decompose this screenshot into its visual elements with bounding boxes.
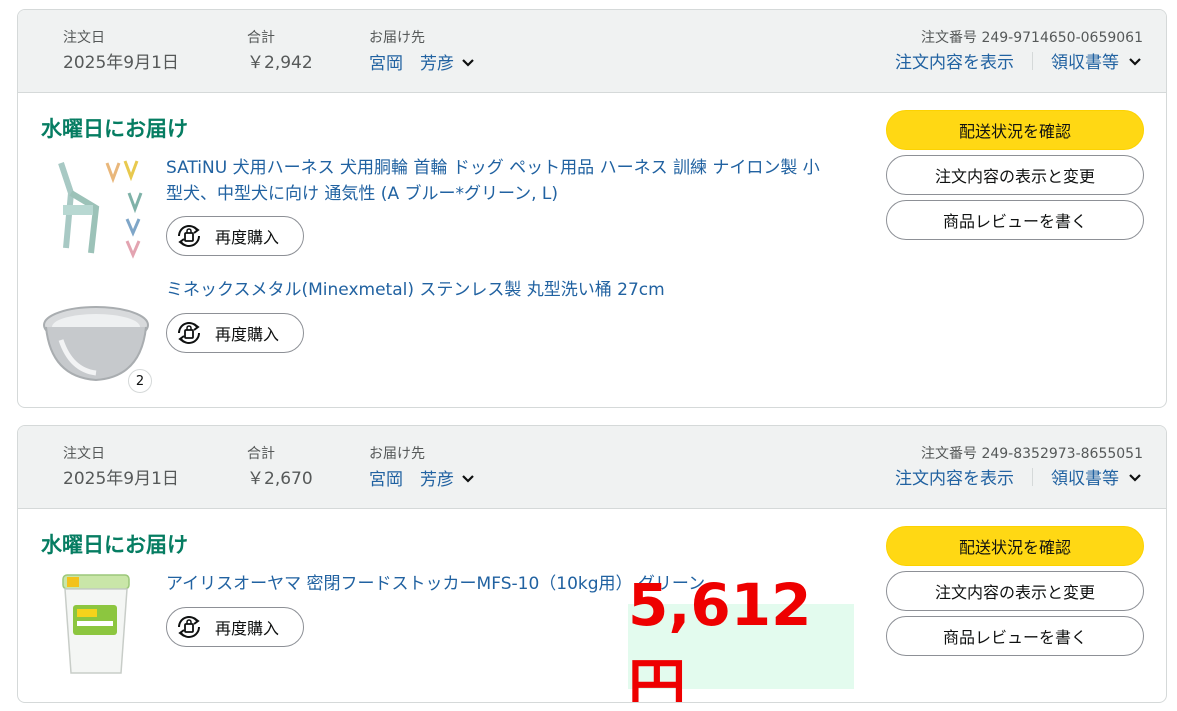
view-edit-order-button[interactable]: 注文内容の表示と変更: [886, 155, 1144, 195]
product-title-link[interactable]: ミネックスメタル(Minexmetal) ステンレス製 丸型洗い桶 27cm: [166, 277, 826, 303]
buy-again-label: 再度購入: [215, 325, 280, 344]
order-header-links: 注文内容を表示 領収書等: [895, 464, 1143, 489]
write-review-button[interactable]: 商品レビューを書く: [886, 200, 1144, 240]
highlight-price: 5,612円: [628, 571, 854, 702]
buy-again-label: 再度購入: [215, 619, 280, 638]
ship-to-label: お届け先: [369, 30, 425, 46]
buy-again-icon: [178, 225, 200, 247]
divider: [1032, 467, 1033, 486]
receipt-label: 領収書等: [1051, 53, 1119, 73]
receipt-dropdown[interactable]: 領収書等: [1051, 48, 1143, 73]
food-stocker-image[interactable]: [41, 569, 151, 679]
order-header-links: 注文内容を表示 領収書等: [895, 48, 1143, 73]
order-number: 注文番号 249-9714650-0659061: [921, 30, 1143, 46]
ship-to-name: 宮岡 芳彦: [369, 54, 454, 74]
buy-again-icon: [178, 322, 200, 344]
chevron-down-icon: [462, 474, 474, 483]
view-order-details-link[interactable]: 注文内容を表示: [895, 48, 1014, 73]
product-title-link[interactable]: SATiNU 犬用ハーネス 犬用胴輪 首輪 ドッグ ペット用品 ハーネス 訓練 …: [166, 155, 826, 207]
buy-again-label: 再度購入: [215, 228, 280, 247]
quantity-badge: 2: [128, 369, 152, 393]
order-total-label: 合計: [247, 30, 275, 46]
order-total: ￥2,670: [247, 469, 313, 489]
chevron-down-icon: [462, 58, 474, 67]
order-header: 注文日 2025年9月1日 合計 ￥2,670 お届け先 宮岡 芳彦 注文番号 …: [18, 426, 1166, 509]
receipt-dropdown[interactable]: 領収書等: [1051, 464, 1143, 489]
track-package-button[interactable]: 配送状況を確認: [886, 526, 1144, 566]
order-date-label: 注文日: [63, 446, 105, 462]
order-card-2: 注文日 2025年9月1日 合計 ￥2,670 お届け先 宮岡 芳彦 注文番号 …: [17, 425, 1167, 703]
chevron-down-icon: [1129, 473, 1141, 482]
harness-image[interactable]: [41, 153, 151, 263]
buy-again-icon: [178, 616, 200, 638]
divider: [1032, 51, 1033, 70]
order-number: 注文番号 249-8352973-8655051: [921, 446, 1143, 462]
order-total-label: 合計: [247, 446, 275, 462]
track-package-button[interactable]: 配送状況を確認: [886, 110, 1144, 150]
order-total: ￥2,942: [247, 53, 313, 73]
order-header: 注文日 2025年9月1日 合計 ￥2,942 お届け先 宮岡 芳彦 注文番号 …: [18, 10, 1166, 93]
ship-to-dropdown[interactable]: 宮岡 芳彦: [369, 465, 476, 490]
receipt-label: 領収書等: [1051, 469, 1119, 489]
order-card-1: 注文日 2025年9月1日 合計 ￥2,942 お届け先 宮岡 芳彦 注文番号 …: [17, 9, 1167, 408]
view-edit-order-button[interactable]: 注文内容の表示と変更: [886, 571, 1144, 611]
delivery-status: 水曜日にお届け: [41, 117, 188, 141]
order-date: 2025年9月1日: [63, 53, 179, 73]
ship-to-dropdown[interactable]: 宮岡 芳彦: [369, 49, 476, 74]
write-review-button[interactable]: 商品レビューを書く: [886, 616, 1144, 656]
buy-again-button[interactable]: 再度購入: [166, 313, 304, 353]
ship-to-label: お届け先: [369, 446, 425, 462]
order-date: 2025年9月1日: [63, 469, 179, 489]
buy-again-button[interactable]: 再度購入: [166, 607, 304, 647]
order-date-label: 注文日: [63, 30, 105, 46]
view-order-details-link[interactable]: 注文内容を表示: [895, 464, 1014, 489]
delivery-status: 水曜日にお届け: [41, 533, 188, 557]
buy-again-button[interactable]: 再度購入: [166, 216, 304, 256]
ship-to-name: 宮岡 芳彦: [369, 470, 454, 490]
chevron-down-icon: [1129, 57, 1141, 66]
